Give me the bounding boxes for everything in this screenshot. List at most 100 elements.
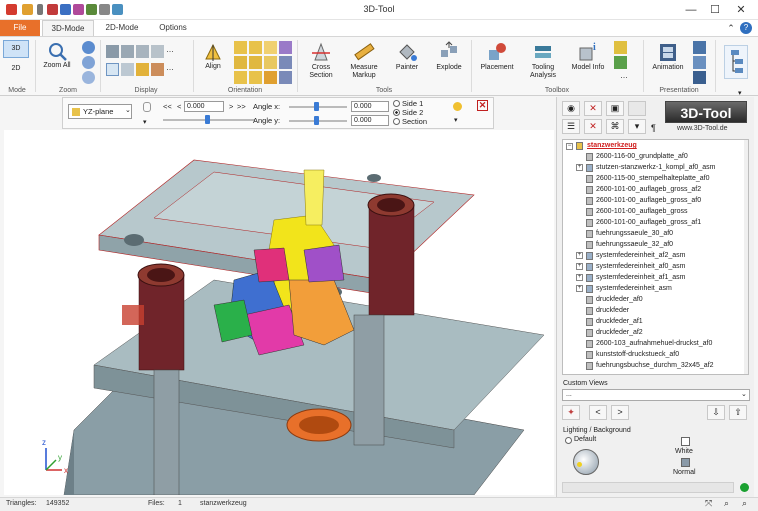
tree-item[interactable]: 2600-103_aufnahmehuel-druckst_af0 [596,338,712,349]
explode-button[interactable]: Explode [430,40,468,72]
close-button[interactable]: ✕ [730,2,752,18]
tree-expand-toggle[interactable]: + [576,164,583,171]
arrow-down-icon[interactable]: ▾ [143,118,147,126]
more-dropdown-icon[interactable]: … [166,45,179,58]
tree-item[interactable]: 2600-101-00_auflageb_gross_af2 [596,184,701,195]
more-dropdown-icon[interactable]: … [166,63,179,76]
view-flip-icon[interactable] [279,71,292,84]
view-rotate-icon[interactable] [279,56,292,69]
tree-item[interactable]: 2600-101-00_auflageb_gross_af1 [596,217,701,228]
display-color-icon[interactable] [136,63,149,76]
fit-view-icon[interactable]: ⤧ [705,498,712,509]
tree-root[interactable]: stanzwerkzeug [587,140,637,151]
tree-expand-toggle[interactable]: + [576,274,583,281]
tree-scrollbar[interactable] [744,140,748,374]
tree-item[interactable]: druckfeder [596,305,629,316]
properties-icon[interactable]: ⌘ [606,119,624,134]
3d-viewport[interactable]: z x y [4,130,554,495]
view-front-icon[interactable] [234,41,247,54]
lighting-sphere[interactable] [573,449,599,475]
tree-item[interactable]: fuehrungssaeule_32_af0 [596,239,673,250]
display-wire-icon[interactable] [151,45,164,58]
angle-y-input[interactable]: 0.000 [351,115,389,126]
tree-item[interactable]: systemfedereinheit_af2_asm [596,250,686,261]
tree-item[interactable]: systemfedereinheit_af0_asm [596,261,686,272]
zoom-window-icon[interactable] [82,56,95,69]
display-curve-icon[interactable] [106,63,119,76]
nav-next-button[interactable]: >> [237,102,246,111]
3d-model-render[interactable]: z x y [4,130,554,495]
section-slider-handle[interactable] [205,115,210,124]
display-texture-icon[interactable] [151,63,164,76]
nav-prev-button[interactable]: << [163,102,172,111]
toolbox-tool1-icon[interactable] [614,41,627,54]
show-icon[interactable]: ◉ [562,101,580,116]
search-icon[interactable]: ⌕ [742,498,747,509]
tree-item[interactable]: systemfedereinheit_af1_asm [596,272,686,283]
view-iso-icon[interactable] [279,41,292,54]
structure-tree-toggle[interactable] [724,45,748,79]
tree-item[interactable]: 2600-101-00_auflageb_gross_af0 [596,195,701,206]
model-info-button[interactable]: i Model Info [568,40,608,72]
arrow-down-icon[interactable]: ▾ [454,116,458,124]
angle-x-input[interactable]: 0.000 [351,101,389,112]
sun-icon[interactable] [453,102,462,111]
view-iso1-icon[interactable] [234,71,247,84]
side1-radio[interactable] [393,100,400,107]
view-back-icon[interactable] [249,41,262,54]
nav-back-button[interactable]: < [177,102,181,111]
delete-icon[interactable]: ✕ [584,119,602,134]
background-normal-swatch[interactable] [681,458,690,467]
background-white-swatch[interactable] [681,437,690,446]
zoom-out-icon[interactable] [82,71,95,84]
minimize-button[interactable]: — [680,2,702,18]
ribbon-expand-icon[interactable]: ▾ [738,89,742,97]
tab-2d-mode[interactable]: 2D-Mode [96,20,148,36]
presentation-tool1-icon[interactable] [693,41,706,54]
options-dropdown-icon[interactable]: ▾ [628,119,646,134]
more-dropdown-icon[interactable]: … [620,71,633,84]
section-value-input[interactable]: 0.000 [184,101,224,112]
display-shaded-icon[interactable] [106,45,119,58]
load-view-icon[interactable]: ⇧ [729,405,747,420]
tree-item[interactable]: 2600-116-00_grundplatte_af0 [596,151,688,162]
side2-radio[interactable] [393,109,400,116]
tree-expand-toggle[interactable]: + [576,263,583,270]
view-bottom-icon[interactable] [264,56,277,69]
structure-tree[interactable]: − stanzwerkzeug 2600-116-00_grundplatte_… [562,139,749,375]
tree-item[interactable]: druckfeder_af0 [596,294,643,305]
toolbox-tool2-icon[interactable] [614,56,627,69]
nav-fwd-button[interactable]: > [229,102,233,111]
tab-3d-mode[interactable]: 3D-Mode [42,20,94,36]
view-left-icon[interactable] [234,56,247,69]
measure-markup-button[interactable]: Measure Markup [344,40,384,80]
mouse-icon[interactable] [143,102,151,112]
tree-item[interactable]: druckfeder_af1 [596,316,643,327]
tab-options[interactable]: Options [150,20,196,36]
isolate-icon[interactable]: ▣ [606,101,624,116]
angle-y-handle[interactable] [314,116,319,125]
tree-item[interactable]: fuehrungsbuchse_durchm_32x45_af2 [596,360,714,371]
placement-button[interactable]: Placement [476,40,518,72]
view-iso2-icon[interactable] [249,71,262,84]
align-button[interactable]: Align [199,41,227,71]
save-view-icon[interactable]: ⇩ [707,405,725,420]
animation-button[interactable]: Animation [648,40,688,72]
mode-3d-button[interactable]: 3D [3,40,29,58]
next-view-button[interactable]: > [611,405,629,420]
zoom-all-button[interactable]: Zoom All [38,40,76,70]
tree-item[interactable]: stutzen-stanzwerkz-1_kompl_af0_asm [596,162,715,173]
mode-2d-button[interactable]: 2D [3,61,29,79]
tree-item[interactable]: systemfedereinheit_asm [596,283,672,294]
pin-icon[interactable]: ¶ [651,123,656,133]
cross-section-button[interactable]: Cross Section [302,40,340,80]
custom-views-select[interactable]: ... ⌄ [562,389,750,401]
tree-item[interactable]: 2600-115-00_stempelhalteplatte_af0 [596,173,710,184]
collapse-ribbon-icon[interactable]: ⌃ [720,20,742,36]
help-icon[interactable]: ? [740,22,752,34]
zoom-status-icon[interactable]: ⌕ [724,498,729,509]
zoom-in-icon[interactable] [82,41,95,54]
tree-item[interactable]: druckfeder_af2 [596,327,643,338]
prev-view-button[interactable]: < [589,405,607,420]
select-all-icon[interactable]: ☰ [562,119,580,134]
